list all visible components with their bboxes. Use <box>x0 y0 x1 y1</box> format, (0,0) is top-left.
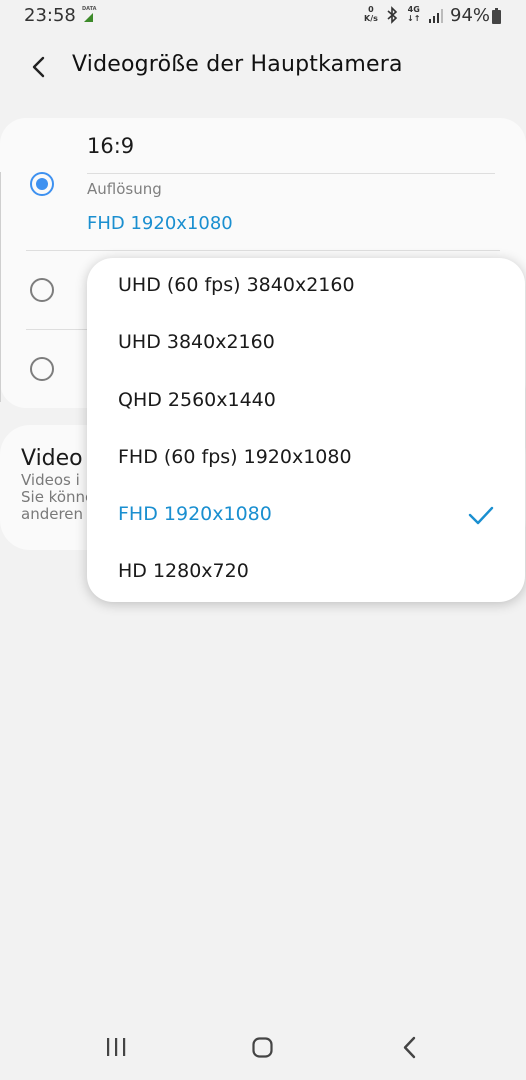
card-edge <box>0 172 7 402</box>
dropdown-option-qhd[interactable]: QHD 2560x1440 <box>87 373 525 430</box>
dropdown-option-fhd[interactable]: FHD 1920x1080 <box>87 487 525 544</box>
signal-icon <box>428 8 444 28</box>
chevron-left-icon <box>32 56 45 78</box>
navigation-bar <box>0 1018 526 1080</box>
battery-icon <box>492 8 501 24</box>
dropdown-option-uhd-60[interactable]: UHD (60 fps) 3840x2160 <box>87 258 525 315</box>
divider <box>26 250 500 251</box>
data-label: DATA <box>82 6 97 12</box>
status-bar: 23:58 DATA 0 K/s 4G ↓↑ 94% <box>0 0 526 34</box>
home-icon <box>252 1037 273 1058</box>
radio-option-1[interactable] <box>30 172 54 196</box>
dropdown-option-hd[interactable]: HD 1280x720 <box>87 544 525 601</box>
radio-option-3[interactable] <box>30 357 54 381</box>
bluetooth-icon <box>386 6 398 28</box>
back-arrow-icon <box>403 1036 416 1059</box>
dropdown-option-uhd[interactable]: UHD 3840x2160 <box>87 315 525 372</box>
resolution-value-link[interactable]: FHD 1920x1080 <box>87 213 233 234</box>
network-type-icon: 4G ↓↑ <box>407 5 421 23</box>
back-button[interactable] <box>24 50 56 84</box>
net-speed-unit: K/s <box>364 14 378 23</box>
video-card-title: Video <box>21 446 83 471</box>
data-icon: DATA <box>82 6 97 22</box>
network-type-label: 4G <box>407 5 420 14</box>
status-time: 23:58 <box>24 5 76 26</box>
recent-apps-icon <box>107 1038 126 1056</box>
radio-option-2[interactable] <box>30 278 54 302</box>
resolution-dropdown: UHD (60 fps) 3840x2160 UHD 3840x2160 QHD… <box>87 258 525 602</box>
battery-percent: 94% <box>450 5 491 26</box>
net-speed-indicator: 0 K/s <box>364 5 378 23</box>
recent-apps-button[interactable] <box>96 1032 136 1064</box>
page-title: Videogröße der Hauptkamera <box>72 52 403 77</box>
divider <box>87 173 495 174</box>
net-speed-value: 0 <box>368 5 374 14</box>
checkmark-icon <box>468 506 494 525</box>
dropdown-option-fhd-60[interactable]: FHD (60 fps) 1920x1080 <box>87 430 525 487</box>
resolution-caption: Auflösung <box>87 180 162 198</box>
home-button[interactable] <box>243 1032 283 1064</box>
ratio-label: 16:9 <box>87 134 135 158</box>
back-nav-button[interactable] <box>390 1032 430 1064</box>
